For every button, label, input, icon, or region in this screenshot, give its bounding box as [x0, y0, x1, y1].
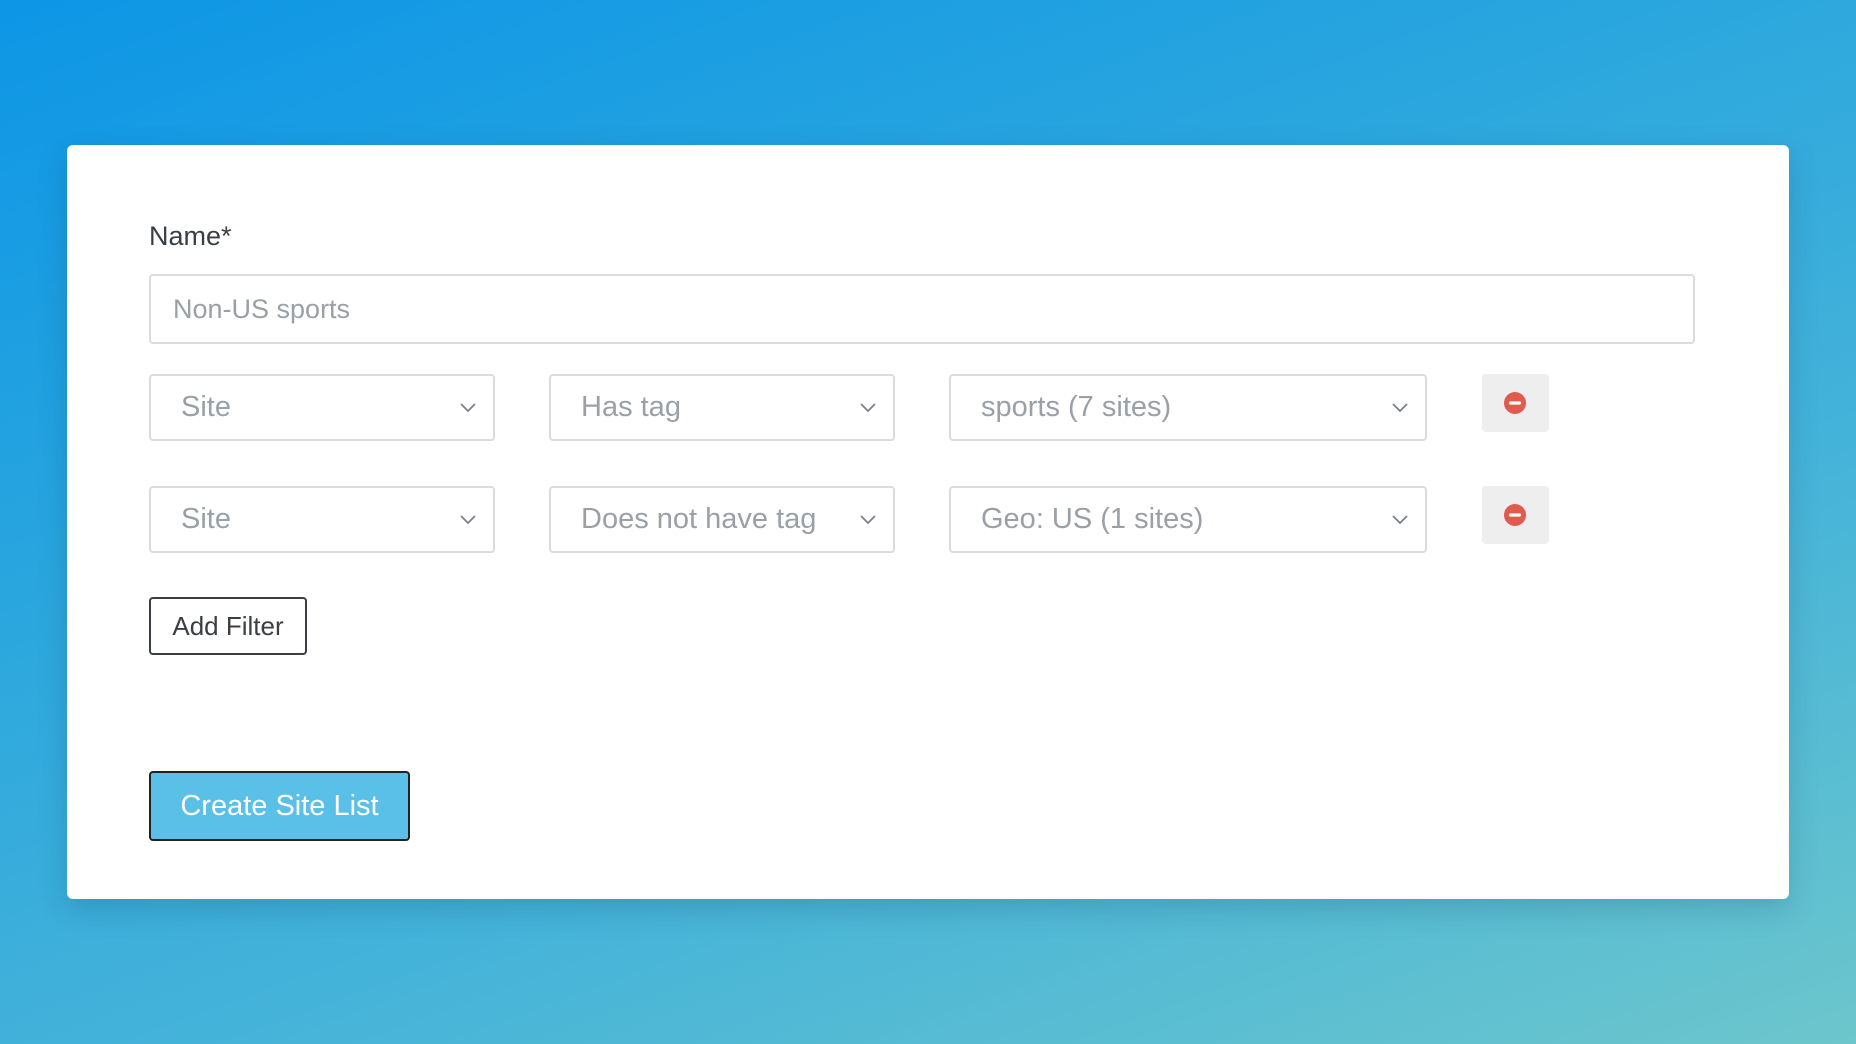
- filter-tag-value: sports (7 sites): [981, 391, 1172, 423]
- filter-operator-select[interactable]: Does not have tag: [549, 486, 895, 553]
- filter-operator-value: Does not have tag: [581, 503, 817, 535]
- remove-filter-button[interactable]: [1482, 374, 1549, 432]
- filter-row: Site Does not have tag Geo: US (1 sites): [149, 486, 1549, 553]
- filter-field-select[interactable]: Site: [149, 374, 495, 441]
- filter-operator-select[interactable]: Has tag: [549, 374, 895, 441]
- filter-operator-value: Has tag: [581, 391, 681, 423]
- remove-filter-button[interactable]: [1482, 486, 1549, 544]
- filter-tag-select[interactable]: sports (7 sites): [949, 374, 1427, 441]
- chevron-down-icon: [860, 515, 876, 525]
- chevron-down-icon: [460, 515, 476, 525]
- name-input[interactable]: [149, 274, 1695, 344]
- name-label: Name*: [149, 221, 232, 251]
- chevron-down-icon: [860, 403, 876, 413]
- minus-circle-icon: [1504, 392, 1526, 414]
- filter-row: Site Has tag sports (7 sites): [149, 374, 1549, 441]
- filter-field-select[interactable]: Site: [149, 486, 495, 553]
- filter-field-value: Site: [181, 391, 231, 423]
- filter-tag-value: Geo: US (1 sites): [981, 503, 1204, 535]
- chevron-down-icon: [1392, 403, 1408, 413]
- chevron-down-icon: [460, 403, 476, 413]
- filter-field-value: Site: [181, 503, 231, 535]
- minus-circle-icon: [1504, 504, 1526, 526]
- filter-tag-select[interactable]: Geo: US (1 sites): [949, 486, 1427, 553]
- chevron-down-icon: [1392, 515, 1408, 525]
- form-content: Name* Site Has tag sports (7 sites): [149, 145, 1789, 899]
- site-list-form-card: Name* Site Has tag sports (7 sites): [67, 145, 1789, 899]
- create-site-list-button[interactable]: Create Site List: [149, 771, 410, 841]
- add-filter-button[interactable]: Add Filter: [149, 597, 307, 655]
